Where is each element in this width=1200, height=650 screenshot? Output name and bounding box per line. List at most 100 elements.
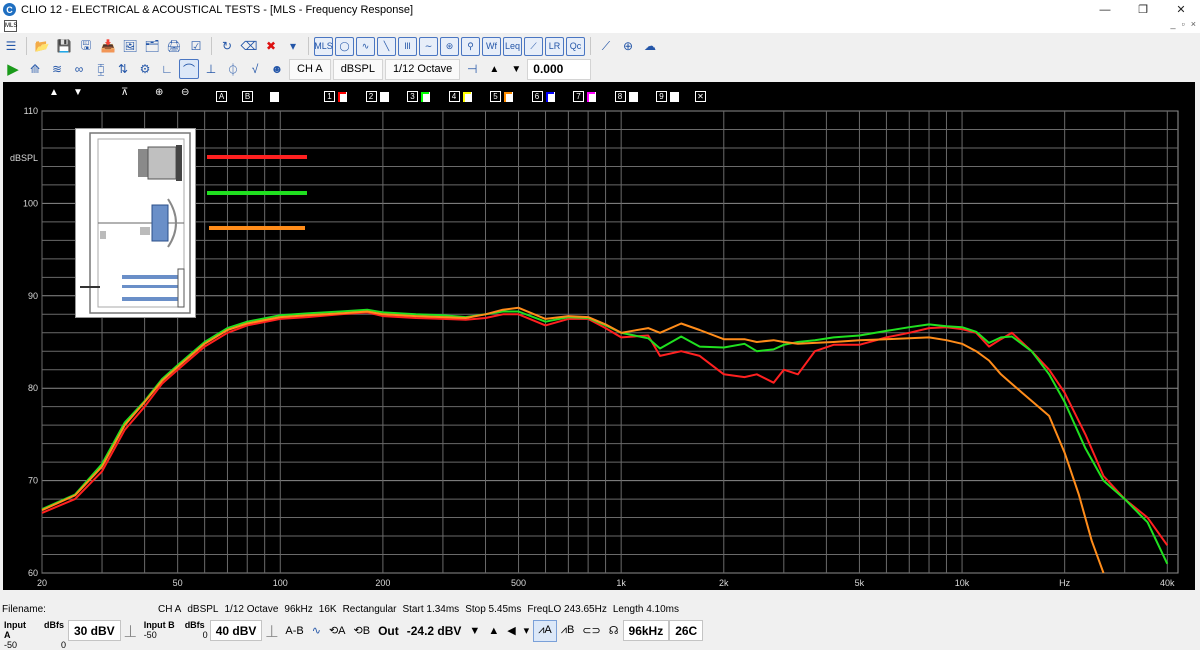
close-button[interactable]: ✕ (1162, 0, 1200, 19)
loop-b-icon[interactable]: ⟲B (350, 620, 375, 642)
undo-icon[interactable]: ↻ (217, 36, 237, 56)
cloud-icon[interactable]: ☁ (640, 36, 660, 56)
impulse-icon[interactable]: ∟ (157, 59, 177, 79)
waterfall-icon[interactable]: ≋ (47, 59, 67, 79)
mic-a-icon[interactable]: ⩘A (533, 619, 557, 642)
check-icon[interactable]: ☑ (186, 36, 206, 56)
a-minus-b-button[interactable]: A-B (281, 620, 307, 642)
qc-icon[interactable]: Qc (566, 36, 585, 56)
minimize-button[interactable]: — (1086, 0, 1124, 19)
sample-rate-value[interactable]: 96kHz (622, 620, 670, 641)
menu-icon[interactable]: ☰ (1, 36, 21, 56)
mdi-close-button[interactable]: × (1191, 19, 1196, 29)
meter-a-min: -50 (4, 639, 18, 650)
marker-icon[interactable]: ⊣ (462, 59, 482, 79)
status-info-item: Stop 5.45ms (465, 604, 522, 615)
status-info-item: 16K (318, 604, 337, 615)
phase-icon[interactable]: ⊥ (201, 59, 221, 79)
options-icon[interactable]: ☻ (267, 59, 287, 79)
smoothing-select[interactable]: 1/12 Octave (384, 58, 461, 80)
out-label: Out (378, 623, 399, 638)
value-down-button[interactable]: ▼ (506, 59, 526, 79)
x-tick-label: 500 (511, 578, 526, 588)
help-icon[interactable]: ⊕ (618, 36, 638, 56)
export-icon[interactable]: 📥 (98, 36, 118, 56)
settings-gear-icon[interactable]: ⚙ (135, 59, 155, 79)
mdi-minimize-button[interactable]: _ (1171, 19, 1176, 29)
cursor-move-icon[interactable]: ⇅ (113, 59, 133, 79)
save-as-icon[interactable]: 🖫 (76, 36, 96, 56)
x-tick-label: 5k (855, 578, 865, 588)
eraser-icon[interactable]: ⌫ (239, 36, 259, 56)
loop-icon[interactable]: ∞ (69, 59, 89, 79)
x-tick-label: 10k (955, 578, 970, 588)
input-a-ground-icon[interactable]: ⏊ (121, 620, 140, 642)
status-info-item: FreqLO 243.65Hz (527, 604, 607, 615)
x-tick-label: 2k (719, 578, 729, 588)
sweep-icon[interactable]: ╲ (377, 36, 396, 56)
lr-icon[interactable]: LR (545, 36, 564, 56)
fft-icon[interactable]: ∿ (356, 36, 375, 56)
y-tick-label: 70 (28, 476, 38, 486)
temperature-value[interactable]: 26C (669, 620, 704, 641)
mic-icon[interactable]: ⏀ (223, 59, 243, 79)
image-icon[interactable]: 🖼 (120, 36, 140, 56)
window-title: CLIO 12 - ELECTRICAL & ACOUSTICAL TESTS … (21, 3, 414, 16)
delete-icon[interactable]: ✖ (261, 36, 281, 56)
smoothing-curve-icon[interactable]: ⌒ (179, 59, 199, 79)
x-tick-label: 100 (273, 578, 288, 588)
status-info-item: Start 1.34ms (402, 604, 460, 615)
offset-value-field[interactable]: 0.000 (527, 58, 592, 80)
meter-icon[interactable]: ⟋ (524, 36, 543, 56)
x-tick-label: 200 (375, 578, 390, 588)
leq-icon[interactable]: Leq (503, 36, 522, 56)
mic-b-icon[interactable]: ⩘B (557, 620, 579, 642)
out-level-value[interactable]: -24.2 dBV (403, 620, 466, 642)
dbfs-b-label: dBfs (184, 619, 205, 630)
save-measure-icon[interactable]: ⟰ (25, 59, 45, 79)
speaker-dropdown-icon[interactable]: ▾ (520, 620, 534, 642)
bargraph-icon[interactable]: lll (398, 36, 417, 56)
speaker-icon[interactable]: ◀ (503, 620, 519, 642)
sqrt-icon[interactable]: √ (245, 59, 265, 79)
toolbar-separator (590, 37, 591, 55)
clipboard-icon[interactable]: 🗂 (142, 36, 162, 56)
input-b-label: Input B (143, 619, 175, 630)
y-axis-label: dBSPL (10, 153, 38, 163)
y-tick-label: 110 (24, 106, 38, 116)
clio-app-icon[interactable]: C (3, 3, 16, 16)
restore-button[interactable]: ❐ (1124, 0, 1162, 19)
open-folder-icon[interactable]: 📂 (32, 36, 52, 56)
waveform-icon[interactable]: ∼ (419, 36, 438, 56)
input-b-ground-icon[interactable]: ⏊ (262, 620, 281, 642)
link-icon[interactable]: ⊂⊃ (578, 620, 604, 642)
status-info-item: CH A (158, 604, 182, 615)
out-level-down-icon[interactable]: ▼ (465, 620, 484, 642)
sinusoid-icon[interactable]: ◯ (335, 36, 354, 56)
filter-icon[interactable]: ⚲ (461, 36, 480, 56)
polar-icon[interactable]: ⊛ (440, 36, 459, 56)
input-b-range[interactable]: 40 dBV (209, 620, 263, 641)
phantom-icon[interactable]: ∿ (308, 620, 325, 642)
mdi-restore-button[interactable]: ▫ (1182, 19, 1185, 29)
dropdown-icon[interactable]: ▾ (283, 36, 303, 56)
ruler-icon[interactable]: ⟋ (596, 36, 616, 56)
print-icon[interactable]: 🖨 (164, 36, 184, 56)
out-level-up-icon[interactable]: ▲ (484, 620, 503, 642)
mls-icon[interactable]: MLS (314, 36, 333, 56)
cursor-icon[interactable]: ⧮ (91, 59, 111, 79)
value-up-button[interactable]: ▲ (484, 59, 504, 79)
dbfs-a-label: dBfs (44, 619, 64, 630)
input-a-range[interactable]: 30 dBV (68, 620, 121, 641)
meter-a-max: 0 (60, 639, 66, 650)
channel-select[interactable]: CH A (289, 58, 331, 80)
document-icon[interactable]: MLS (4, 20, 17, 32)
unit-select[interactable]: dBSPL (332, 58, 383, 80)
frequency-response-plot[interactable]: ▲ ▼ ⊼ ⊕ ⊖ A B 1 2 3 4 5 6 7 8 9 ✕ 60 70 80 90 100 110 dBSPL 20 5… (3, 82, 1195, 590)
x-tick-label: 40k (1160, 578, 1175, 588)
save-icon[interactable]: 💾 (54, 36, 74, 56)
wf-icon[interactable]: Wf (482, 36, 501, 56)
loop-a-icon[interactable]: ⟲A (325, 620, 350, 642)
headphone-icon[interactable]: ☊ (605, 620, 623, 642)
go-play-icon[interactable]: ▶ (3, 59, 23, 79)
